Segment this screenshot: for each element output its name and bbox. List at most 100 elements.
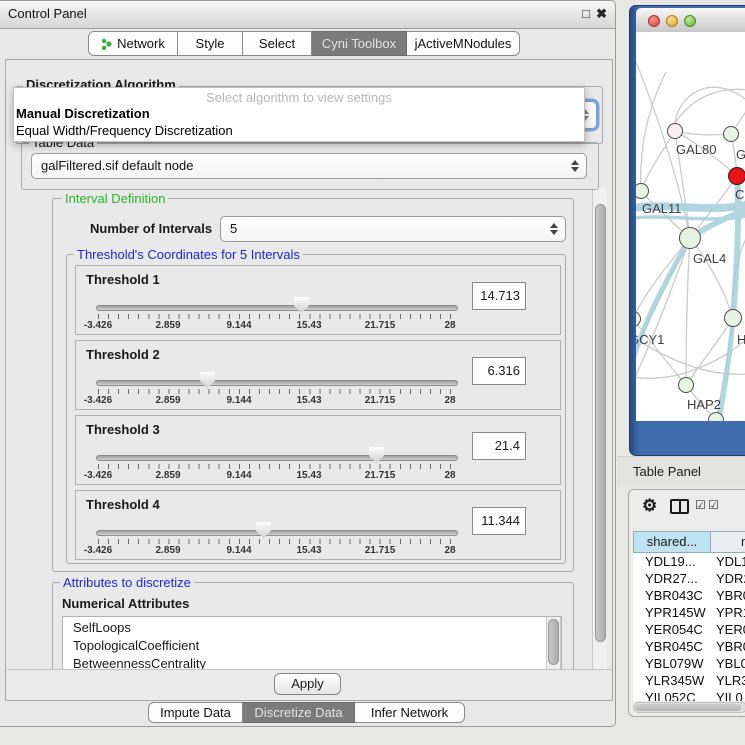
- checkbox-icon[interactable]: ☑: [695, 498, 706, 512]
- apply-button[interactable]: Apply: [274, 673, 341, 695]
- node-label: GAL4: [693, 251, 726, 266]
- algorithm-dropdown-popup: Select algorithm to view settings Manual…: [13, 87, 585, 142]
- network-node-selected-red[interactable]: [728, 167, 745, 185]
- number-of-intervals-combobox[interactable]: 5: [220, 216, 566, 242]
- tab-impute-data[interactable]: Impute Data: [148, 702, 243, 723]
- table-row[interactable]: YBR043CYBR0: [637, 588, 745, 605]
- gear-icon[interactable]: ⚙: [642, 496, 657, 516]
- tick-label: 28: [444, 320, 455, 331]
- list-item[interactable]: TopologicalCoefficient: [73, 638, 199, 653]
- table-row[interactable]: YDL19...YDL1: [637, 554, 745, 571]
- tick-label: -3.426: [84, 545, 112, 556]
- tick-label: 9.144: [226, 395, 251, 406]
- threshold-1-value-field[interactable]: 14.713: [472, 282, 526, 310]
- tab-discretize-data-label: Discretize Data: [254, 703, 342, 722]
- tab-style[interactable]: Style: [178, 31, 243, 56]
- table-row[interactable]: YBL079WYBL0: [637, 656, 745, 673]
- tab-cyni-toolbox-label: Cyni Toolbox: [322, 32, 396, 55]
- threshold-1-label: Threshold 1: [86, 272, 160, 287]
- table-row[interactable]: YER054CYER0: [637, 622, 745, 639]
- network-node[interactable]: [708, 412, 724, 421]
- tab-discretize-data[interactable]: Discretize Data: [243, 702, 355, 723]
- threshold-3-slider-track[interactable]: [96, 455, 458, 461]
- threshold-2-slider-track[interactable]: [96, 380, 458, 386]
- zoom-traffic-light-icon[interactable]: [684, 15, 696, 27]
- table-row[interactable]: YBR045CYBR0: [637, 639, 745, 656]
- table-horizontal-scrollbar[interactable]: [633, 702, 745, 713]
- tab-infer-network[interactable]: Infer Network: [355, 702, 465, 723]
- tab-select-label: Select: [259, 32, 295, 55]
- tick-label: 2.859: [155, 470, 180, 481]
- network-node[interactable]: [723, 126, 739, 142]
- threshold-3-label: Threshold 3: [86, 422, 160, 437]
- node-label: HAP2: [687, 397, 721, 412]
- tick-label: -3.426: [84, 470, 112, 481]
- threshold-1-slider-track[interactable]: [96, 305, 458, 311]
- table-row[interactable]: YPR145WYPR1: [637, 605, 745, 622]
- node-label: C: [735, 187, 744, 202]
- combo-arrows-icon: [571, 160, 578, 172]
- table-row[interactable]: YIL052CYIL0: [637, 690, 745, 701]
- network-node-hap2[interactable]: [678, 377, 694, 393]
- tab-jactivemnodules[interactable]: jActiveMNodules: [407, 31, 520, 56]
- slider-ticks: [98, 314, 451, 319]
- threshold-1-box: Threshold 1 -3.426 2.859 9.144 15.43 21.…: [75, 265, 561, 335]
- tab-network[interactable]: Network: [88, 31, 178, 56]
- network-node-gal80[interactable]: [667, 123, 683, 139]
- tab-select[interactable]: Select: [243, 31, 312, 56]
- tab-style-label: Style: [196, 32, 225, 55]
- close-window-icon[interactable]: ✖: [596, 6, 607, 22]
- table-row[interactable]: YLR345WYLR3: [637, 673, 745, 690]
- table-data-combobox-value: galFiltered.sif default node: [41, 158, 193, 173]
- table-row[interactable]: YDR27...YDR2: [637, 571, 745, 588]
- threshold-4-value-field[interactable]: 11.344: [472, 507, 526, 535]
- table-data-combobox[interactable]: galFiltered.sif default node: [31, 153, 587, 179]
- network-icon: [101, 36, 112, 51]
- table-body: YDL19...YDL1 YDR27...YDR2 YBR043CYBR0 YP…: [633, 553, 745, 701]
- tick-label: 28: [444, 545, 455, 556]
- algorithm-option-equal-width[interactable]: Equal Width/Frequency Discretization: [16, 123, 233, 138]
- float-window-icon[interactable]: □: [582, 6, 590, 22]
- close-traffic-light-icon[interactable]: [648, 15, 660, 27]
- attributes-list-scrollbar[interactable]: [546, 617, 561, 671]
- number-of-intervals-label: Number of Intervals: [90, 221, 212, 236]
- tick-label: 15.43: [296, 320, 321, 331]
- checkbox-icon[interactable]: ☑: [708, 498, 719, 512]
- settings-vertical-scrollbar[interactable]: [592, 188, 607, 670]
- tick-label: 9.144: [226, 545, 251, 556]
- tick-label: 15.43: [296, 470, 321, 481]
- network-window-titlebar: [636, 8, 745, 33]
- threshold-2-label: Threshold 2: [86, 347, 160, 362]
- top-tab-bar: Network Style Select Cyni Toolbox jActiv…: [88, 31, 520, 56]
- network-node-h[interactable]: [724, 309, 742, 327]
- threshold-4-box: Threshold 4 -3.426 2.859 9.144 15.43 21.…: [75, 490, 561, 560]
- node-label: H: [737, 332, 745, 347]
- column-header-shared-name[interactable]: shared...: [633, 531, 711, 553]
- threshold-2-value-field[interactable]: 6.316: [472, 357, 526, 385]
- tab-cyni-toolbox[interactable]: Cyni Toolbox: [312, 31, 407, 56]
- combo-arrows-icon: [550, 223, 557, 235]
- attributes-list: SelfLoops TopologicalCoefficient Between…: [62, 616, 562, 671]
- window-title: Control Panel: [8, 6, 87, 21]
- tab-network-label: Network: [117, 32, 165, 55]
- threshold-3-box: Threshold 3 -3.426 2.859 9.144 15.43 21.…: [75, 415, 561, 485]
- table-panel-window: ⚙ ☑ ☑ shared... na YDL19...YDL1 YDR27...…: [628, 489, 745, 717]
- tick-label: 2.859: [155, 320, 180, 331]
- tick-label: 21.715: [365, 470, 396, 481]
- threshold-4-slider-track[interactable]: [96, 530, 458, 536]
- tick-label: 21.715: [365, 545, 396, 556]
- column-header-name[interactable]: na: [710, 531, 745, 553]
- network-node-gal4[interactable]: [679, 227, 701, 249]
- node-label: G: [736, 147, 745, 162]
- network-canvas[interactable]: GAL80 G C GAL11 GAL4 GCY1 H HAP2: [636, 32, 745, 421]
- table-panel-title: Table Panel: [633, 464, 701, 479]
- threshold-3-value-field[interactable]: 21.4: [472, 432, 526, 460]
- column-view-icon[interactable]: [670, 499, 689, 514]
- minimize-traffic-light-icon[interactable]: [666, 15, 678, 27]
- tick-label: 9.144: [226, 320, 251, 331]
- attributes-group-title: Attributes to discretize: [60, 575, 194, 590]
- tick-label: 9.144: [226, 470, 251, 481]
- algorithm-option-manual[interactable]: Manual Discretization: [16, 106, 150, 121]
- list-item[interactable]: SelfLoops: [73, 620, 131, 635]
- tick-label: 21.715: [365, 320, 396, 331]
